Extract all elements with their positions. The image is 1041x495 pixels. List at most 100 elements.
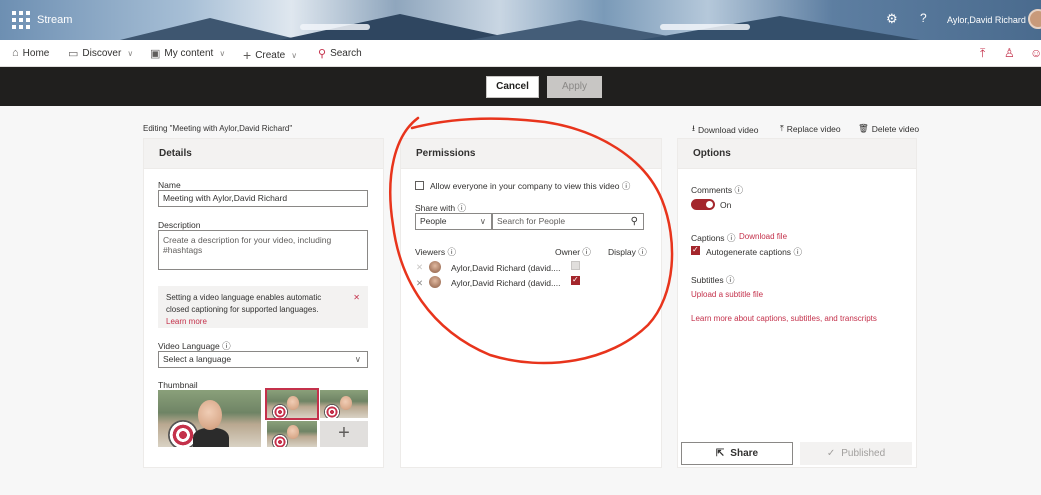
delete-video-link[interactable]: 🗑 Delete video: [858, 123, 919, 134]
plus-icon: +: [243, 47, 252, 63]
nav-home-label: Home: [22, 47, 50, 59]
learn-more-captions-link[interactable]: Learn more about captions, subtitles, an…: [691, 314, 877, 323]
add-thumbnail-button[interactable]: +: [320, 421, 368, 447]
banner-mountain: [120, 18, 300, 40]
banner-snow: [660, 24, 750, 30]
description-input[interactable]: Create a description for your video, inc…: [158, 230, 368, 270]
info-icon: ⓘ: [638, 247, 647, 257]
video-language-value: Select a language: [163, 354, 232, 364]
upload-subtitle-link[interactable]: Upload a subtitle file: [691, 290, 763, 299]
download-captions-link[interactable]: Download file: [739, 232, 787, 241]
nav-my-content-label: My content: [164, 48, 214, 59]
search-icon: ⚲: [318, 48, 327, 60]
viewers-label: Viewers ⓘ: [415, 247, 456, 257]
info-icon: ⓘ: [725, 275, 735, 285]
language-info-learn-more[interactable]: Learn more: [166, 317, 207, 326]
help-icon[interactable]: ?: [920, 11, 927, 25]
search-icon[interactable]: ⚲: [631, 214, 638, 229]
info-icon: ⓘ: [726, 233, 736, 243]
info-icon: ⓘ: [621, 181, 631, 191]
name-input[interactable]: Meeting with Aylor,David Richard: [158, 190, 368, 207]
cancel-button[interactable]: Cancel: [486, 76, 539, 98]
thumbnail-preview: [158, 390, 261, 447]
remove-viewer-icon[interactable]: ✕: [416, 262, 423, 273]
language-info-box: Setting a video language enables automat…: [158, 286, 368, 328]
app-launcher-icon[interactable]: [8, 8, 32, 32]
banner-snow: [300, 24, 370, 30]
replace-icon: ⤒: [780, 123, 784, 133]
checkmark-icon: ✓: [826, 448, 836, 459]
published-button[interactable]: ✓ Published: [800, 442, 912, 465]
comments-toggle[interactable]: [691, 199, 715, 210]
thumbnail-option-selected[interactable]: [265, 388, 319, 420]
nav-discover[interactable]: ▭ Discover ∨: [68, 47, 133, 60]
close-icon[interactable]: ✕: [353, 292, 360, 304]
chevron-down-icon: ∨: [127, 49, 134, 58]
home-icon: ⌂: [12, 47, 19, 59]
feedback-icon[interactable]: ☺: [1030, 46, 1041, 60]
replace-video-link[interactable]: ⤒ Replace video: [780, 123, 841, 134]
share-icon: ⇱: [715, 448, 725, 459]
profile-icon[interactable]: ♙: [1004, 46, 1015, 60]
share-button[interactable]: ⇱ Share: [681, 442, 793, 465]
nav-search[interactable]: ⚲ Search: [318, 47, 362, 60]
people-search-placeholder: Search for People: [497, 216, 566, 226]
details-heading: Details: [144, 139, 383, 169]
permissions-heading: Permissions: [401, 139, 661, 169]
owner-checkbox[interactable]: [571, 261, 580, 270]
apply-button[interactable]: Apply: [547, 76, 602, 98]
thumbnail-option[interactable]: [320, 390, 368, 418]
name-label: Name: [158, 180, 181, 190]
thumbnail-label: Thumbnail: [158, 380, 198, 390]
download-video-link[interactable]: ⭳ Download video: [692, 123, 758, 137]
settings-gear-icon[interactable]: ⚙: [886, 11, 898, 27]
allow-everyone-checkbox[interactable]: [415, 181, 424, 190]
viewer-avatar: [429, 276, 441, 288]
chevron-down-icon: ∨: [291, 50, 298, 60]
subtitles-label: Subtitles ⓘ: [691, 275, 735, 285]
delete-video-label: Delete video: [871, 123, 920, 134]
description-label: Description: [158, 220, 201, 230]
allow-everyone-label: Allow everyone in your company to view t…: [430, 181, 631, 191]
editing-title: Editing "Meeting with Aylor,David Richar…: [143, 124, 293, 133]
share-with-value: People: [420, 216, 447, 226]
viewer-name: Aylor,David Richard (david....: [451, 278, 561, 288]
trash-icon: 🗑: [858, 123, 869, 133]
chevron-down-icon: ∨: [354, 354, 361, 364]
viewer-name: Aylor,David Richard (david....: [451, 263, 561, 273]
user-avatar[interactable]: [1028, 9, 1041, 29]
nav-discover-label: Discover: [82, 48, 122, 59]
nav-my-content[interactable]: ▣ My content ∨: [150, 47, 225, 60]
download-video-label: Download video: [697, 125, 759, 135]
remove-viewer-icon[interactable]: ✕: [416, 278, 423, 289]
edit-action-bar: Cancel Apply: [0, 67, 1041, 106]
nav-search-label: Search: [330, 48, 362, 59]
display-column-header: Display ⓘ: [608, 247, 647, 257]
my-content-icon: ▣: [150, 48, 161, 60]
people-search-input[interactable]: Search for People ⚲: [492, 213, 644, 230]
info-icon: ⓘ: [222, 341, 231, 351]
nav-home[interactable]: ⌂ Home: [12, 47, 49, 59]
info-icon: ⓘ: [457, 203, 467, 213]
thumbnail-option[interactable]: [267, 421, 317, 447]
nav-create-label: Create: [255, 49, 286, 61]
comments-state: On: [720, 200, 732, 210]
video-language-select[interactable]: Select a language ∨: [158, 351, 368, 368]
captions-label: Captions ⓘ: [691, 233, 736, 243]
info-icon: ⓘ: [447, 247, 456, 257]
options-heading: Options: [678, 139, 916, 169]
viewer-avatar: [429, 261, 441, 273]
autogenerate-captions-checkbox[interactable]: [691, 245, 700, 255]
nav-create[interactable]: + Create ∨: [243, 47, 297, 63]
nav-bar: ⌂ Home ▭ Discover ∨ ▣ My content ∨ + Cre…: [0, 40, 1041, 67]
owner-checkbox[interactable]: [571, 275, 580, 285]
app-name[interactable]: Stream: [37, 14, 72, 26]
info-icon: ⓘ: [582, 247, 591, 257]
owner-column-header: Owner ⓘ: [555, 247, 591, 257]
comments-label: Comments ⓘ: [691, 185, 743, 195]
share-with-select[interactable]: People ∨: [415, 213, 492, 230]
upload-icon[interactable]: ⤒: [980, 46, 985, 61]
user-name[interactable]: Aylor,David Richard: [947, 15, 1026, 25]
info-icon: ⓘ: [793, 247, 802, 257]
top-banner: Stream ⚙ ? Aylor,David Richard: [0, 0, 1041, 40]
